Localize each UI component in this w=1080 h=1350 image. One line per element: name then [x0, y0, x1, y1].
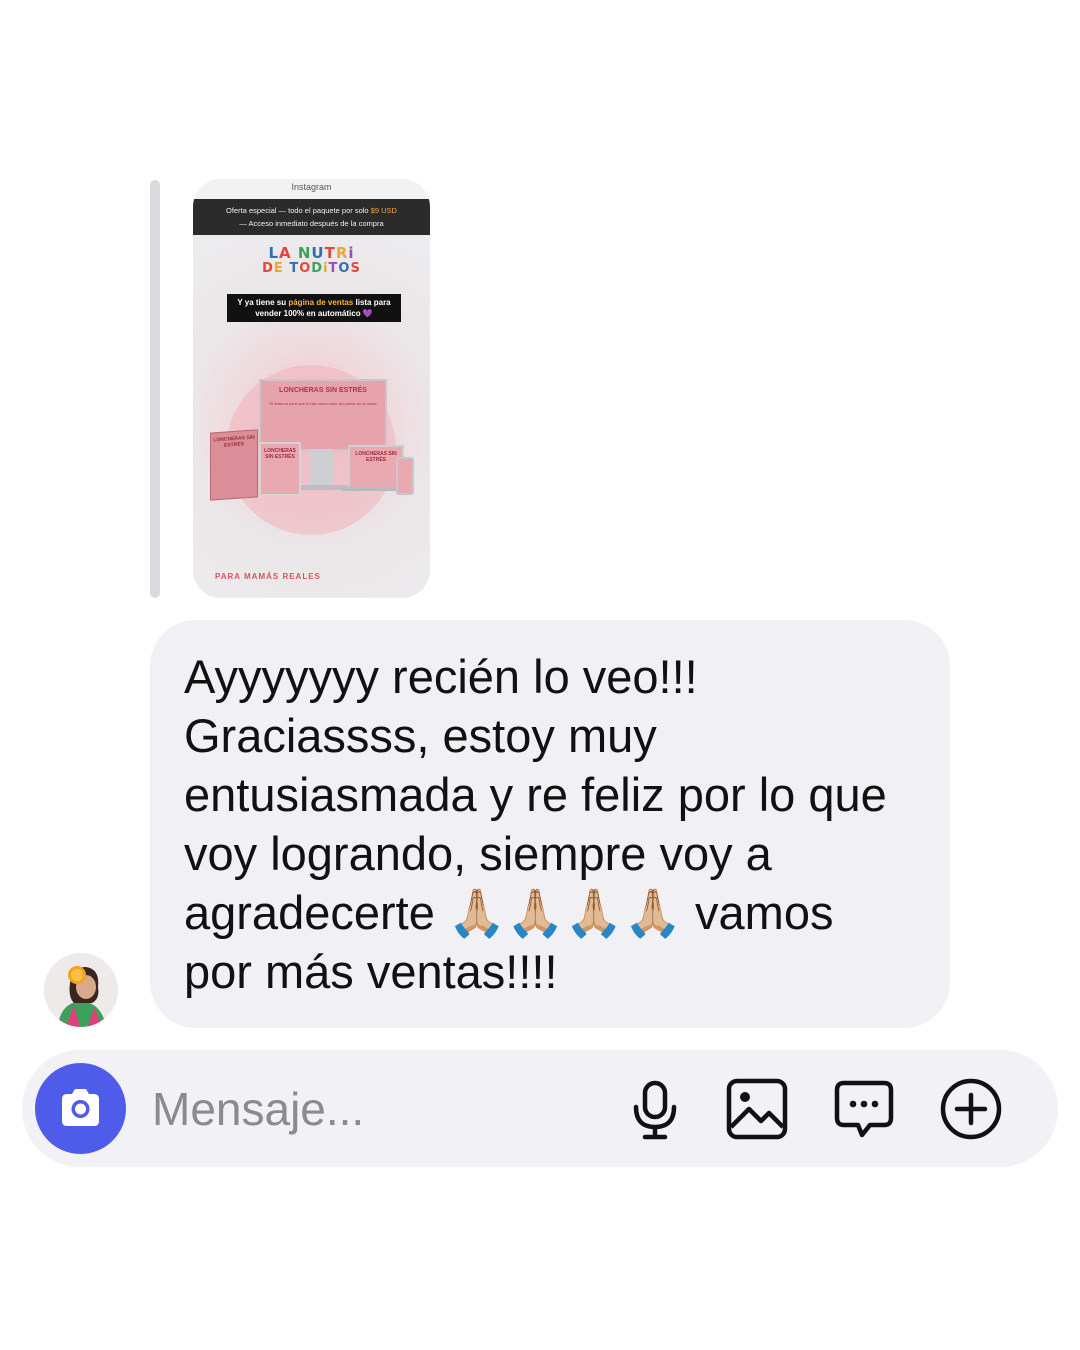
chat-bubble-icon	[834, 1080, 894, 1138]
microphone-icon	[633, 1080, 677, 1140]
product-monitor-mockup: LONCHERAS SIN ESTRÉS El sistema para que…	[259, 379, 387, 451]
brand-logo: LA NUTRi DE TODiTOS	[193, 245, 430, 277]
message-bubble[interactable]: Ayyyyyyy recién lo veo!!! Graciassss, es…	[150, 620, 950, 1028]
camera-icon	[62, 1089, 99, 1126]
message-composer	[22, 1050, 1058, 1167]
reply-indicator-bar	[150, 180, 160, 598]
microphone-button[interactable]	[623, 1077, 687, 1141]
banner-price: $9 USD	[370, 206, 397, 215]
sticker-button[interactable]	[832, 1077, 896, 1141]
sender-avatar[interactable]	[44, 953, 118, 1027]
monitor-stand	[309, 449, 333, 487]
gallery-button[interactable]	[725, 1077, 789, 1141]
story-app-label: Instagram	[193, 179, 430, 199]
story-offer-banner: Oferta especial — todo el paquete por so…	[193, 199, 430, 235]
logo-line2: DE TODiTOS	[262, 261, 361, 276]
shared-story-card[interactable]: Instagram Oferta especial — todo el paqu…	[193, 179, 430, 598]
plus-circle-icon	[940, 1078, 1002, 1140]
message-input[interactable]	[152, 1080, 572, 1138]
camera-button[interactable]	[35, 1063, 126, 1154]
add-button[interactable]	[939, 1077, 1003, 1141]
promo-caption: Y ya tiene su página de ventas lista par…	[227, 294, 401, 322]
product-tablet-mockup: LONCHERAS SIN ESTRÉS	[259, 442, 301, 496]
banner-subtext: — Acceso inmediato después de la compra	[239, 219, 384, 228]
story-footer-tag: PARA MAMÁS REALES	[215, 572, 321, 581]
product-phone-mockup	[396, 457, 414, 495]
logo-line1: LA NUTRi	[268, 244, 355, 262]
banner-text: Oferta especial — todo el paquete por so…	[226, 206, 369, 215]
gallery-icon	[726, 1078, 788, 1140]
message-text: Ayyyyyyy recién lo veo!!! Graciassss, es…	[184, 650, 887, 998]
story-body: LA NUTRi DE TODiTOS Y ya tiene su página…	[193, 235, 430, 598]
product-book-mockup: LONCHERAS SIN ESTRÉS	[210, 429, 258, 501]
